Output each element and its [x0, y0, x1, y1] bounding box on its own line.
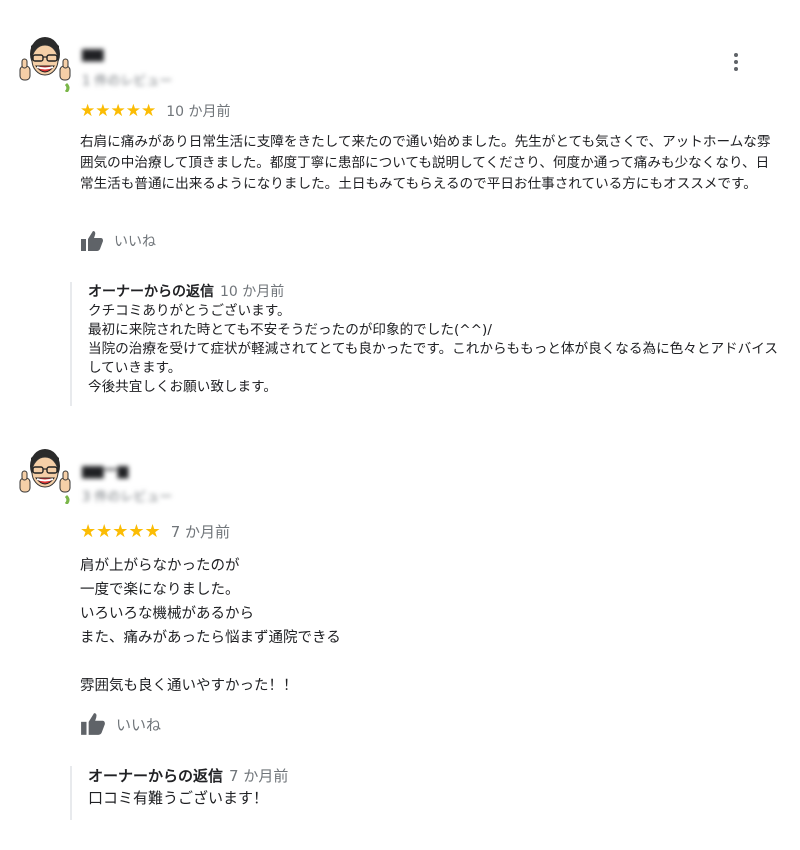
- owner-reply-time: 10 か月前: [220, 284, 285, 300]
- review-time: 10 か月前: [166, 104, 231, 120]
- owner-reply-header: オーナーからの返信 7 か月前: [88, 766, 788, 786]
- thumbs-up-icon: [81, 713, 105, 735]
- like-button[interactable]: いいね: [80, 712, 161, 736]
- star-rating: ★★★★★: [80, 101, 157, 121]
- review-text: 右肩に痛みがあり日常生活に支障をきたして来たので通い始めました。先生がとても気さ…: [80, 134, 771, 192]
- rating-row: ★★★★★ 10 か月前: [80, 101, 230, 121]
- owner-reply-label: オーナーからの返信: [88, 767, 224, 785]
- owner-reply: オーナーからの返信 10 か月前 クチコミありがとうございます。 最初に来院された…: [70, 282, 788, 406]
- reviewer-review-count[interactable]: 3 件のレビュー: [82, 486, 172, 505]
- reviewer-review-count[interactable]: 1 件のレビュー: [82, 70, 172, 89]
- avatar[interactable]: [18, 32, 72, 92]
- review-time: 7 か月前: [170, 523, 230, 541]
- review-text: 肩が上がらなかったのが 一度で楽になりました。 いろいろな機械があるから また、…: [80, 558, 341, 694]
- owner-reply-time: 7 か月前: [229, 767, 289, 785]
- more-vert-icon: [734, 53, 738, 57]
- reviewer-name[interactable]: ▆▆: [82, 46, 104, 62]
- owner-reply-text: 口コミ有難うございます！: [88, 789, 269, 807]
- like-label: いいね: [114, 234, 156, 250]
- owner-reply-text: クチコミありがとうございます。 最初に来院された時とても不安そうだったのが印象的…: [88, 303, 779, 395]
- owner-reply-header: オーナーからの返信 10 か月前: [88, 282, 788, 302]
- more-options-button[interactable]: [726, 50, 746, 74]
- reviewer-name[interactable]: ▆▆ー▆: [82, 460, 128, 480]
- thumbs-up-icon: [81, 231, 103, 251]
- rating-row: ★★★★★ 7 か月前: [80, 521, 230, 542]
- review-card: ▆▆ 1 件のレビュー ★★★★★ 10 か月前 右肩に痛みがあり日常生活に支障…: [0, 0, 800, 420]
- review-card: ▆▆ー▆ 3 件のレビュー ★★★★★ 7 か月前 肩が上がらなかったのが 一度…: [0, 430, 800, 850]
- like-label: いいね: [116, 715, 162, 734]
- owner-reply: オーナーからの返信 7 か月前 口コミ有難うございます！: [70, 766, 788, 820]
- like-button[interactable]: いいね: [80, 230, 156, 252]
- star-rating: ★★★★★: [80, 521, 161, 542]
- avatar[interactable]: [18, 444, 72, 504]
- owner-reply-label: オーナーからの返信: [88, 284, 214, 300]
